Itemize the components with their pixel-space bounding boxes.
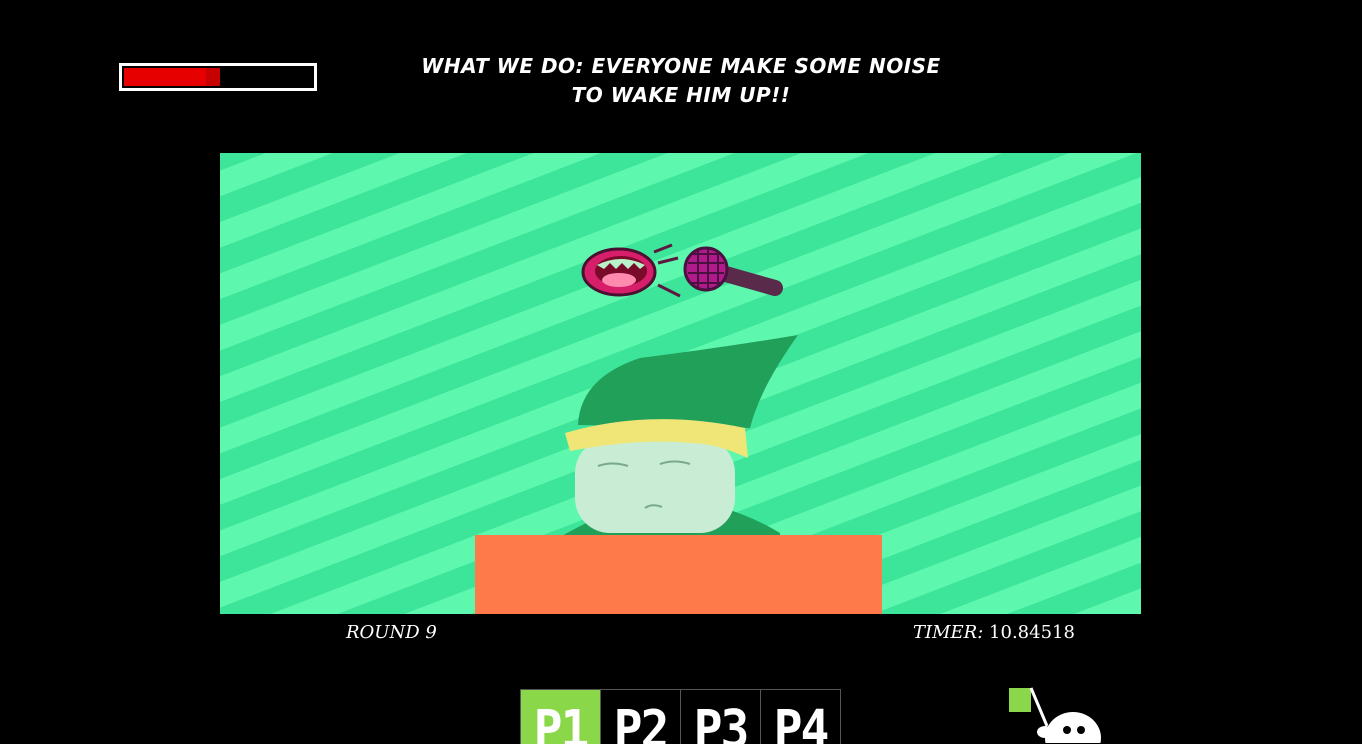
- player-tab-label: P1: [533, 699, 590, 744]
- instruction-text: WHAT WE DO: EVERYONE MAKE SOME NOISE TO …: [421, 54, 941, 107]
- timer-label: TIMER:: [913, 622, 984, 643]
- player-tab-label: P3: [693, 699, 750, 744]
- microphone-icon: [683, 246, 783, 296]
- player-tab-label: P2: [613, 699, 670, 744]
- player-tab-p3[interactable]: P3: [681, 690, 761, 744]
- player-tab-p1[interactable]: P1: [521, 690, 601, 744]
- health-bar-fill: [124, 68, 220, 86]
- health-bar: [119, 63, 317, 91]
- game-stage[interactable]: [220, 153, 1141, 614]
- player-tab-p2[interactable]: P2: [601, 690, 681, 744]
- sleeping-elf: [475, 335, 882, 614]
- stage-scene: [475, 243, 882, 614]
- timer: TIMER: 10.84518: [913, 622, 1075, 643]
- flag-ghost-icon: [1009, 687, 1101, 743]
- timer-value: 10.84518: [989, 622, 1075, 643]
- round-indicator: ROUND 9: [346, 622, 437, 643]
- player-tab-label: P4: [773, 699, 830, 744]
- player-tab-p4[interactable]: P4: [761, 690, 840, 744]
- shouting-mouth-icon: [581, 243, 681, 298]
- player-tabs: P1 P2 P3 P4: [520, 689, 841, 744]
